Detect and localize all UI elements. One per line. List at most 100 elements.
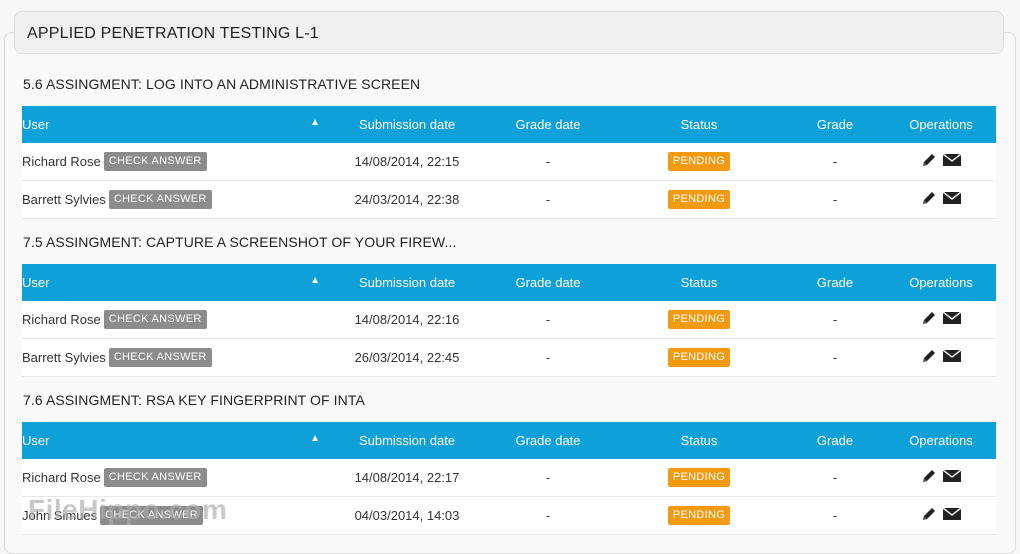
sort-asc-icon[interactable]: ▲	[310, 117, 320, 128]
column-header-grade-date[interactable]: Grade date	[482, 422, 614, 459]
grade-date: -	[482, 301, 614, 339]
status-cell: PENDING	[614, 496, 784, 535]
check-answer-button[interactable]: CHECK ANSWER	[103, 152, 207, 171]
status-cell: PENDING	[614, 301, 784, 339]
course-header: APPLIED PENETRATION TESTING L-1	[14, 11, 1004, 54]
column-header-submission-date[interactable]: Submission date	[332, 422, 482, 459]
grade: -	[784, 180, 886, 219]
column-header-grade[interactable]: Grade	[784, 106, 886, 143]
column-header-user[interactable]: User ▲	[22, 422, 332, 459]
check-answer-button[interactable]: CHECK ANSWER	[108, 190, 212, 209]
grade: -	[784, 338, 886, 377]
user-cell: Richard Rose CHECK ANSWER	[22, 459, 332, 497]
operations-cell	[886, 496, 996, 535]
operations-cell	[886, 180, 996, 219]
submission-date: 14/08/2014, 22:17	[332, 459, 482, 497]
status-badge: PENDING	[667, 152, 731, 171]
operations-cell	[886, 301, 996, 339]
submission-date: 14/08/2014, 22:16	[332, 301, 482, 339]
grade: -	[784, 496, 886, 535]
check-answer-button[interactable]: CHECK ANSWER	[108, 348, 212, 367]
column-header-grade[interactable]: Grade	[784, 264, 886, 301]
operations-cell	[886, 143, 996, 181]
sort-asc-icon[interactable]: ▲	[310, 433, 320, 444]
pencil-icon[interactable]	[921, 190, 937, 209]
user-cell: Barrett Sylvies CHECK ANSWER	[22, 338, 332, 377]
status-badge: PENDING	[667, 348, 731, 367]
grade-date: -	[482, 143, 614, 181]
table-header-row: User ▲ Submission date Grade date Status Grad…	[22, 106, 996, 143]
envelope-icon[interactable]	[942, 311, 962, 328]
status-cell: PENDING	[614, 338, 784, 377]
table-row: Barrett Sylvies CHECK ANSWER 24/03/2014, 2…	[22, 180, 996, 219]
column-header-grade-date[interactable]: Grade date	[482, 106, 614, 143]
grade-date: -	[482, 338, 614, 377]
grade-date: -	[482, 496, 614, 535]
envelope-icon[interactable]	[942, 191, 962, 208]
operations-cell	[886, 459, 996, 497]
user-name: Richard Rose	[22, 312, 101, 327]
table-row: Richard Rose CHECK ANSWER 14/08/2014, 22:1…	[22, 301, 996, 339]
user-cell: Richard Rose CHECK ANSWER	[22, 301, 332, 339]
column-header-operations: Operations	[886, 264, 996, 301]
pencil-icon[interactable]	[921, 348, 937, 367]
status-badge: PENDING	[667, 310, 731, 329]
column-header-submission-date[interactable]: Submission date	[332, 106, 482, 143]
user-name: Richard Rose	[22, 154, 101, 169]
check-answer-button[interactable]: CHECK ANSWER	[103, 310, 207, 329]
pencil-icon[interactable]	[921, 468, 937, 487]
column-header-label: User	[22, 433, 50, 448]
column-header-grade-date[interactable]: Grade date	[482, 264, 614, 301]
sort-asc-icon[interactable]: ▲	[310, 275, 320, 286]
table-header-row: User ▲ Submission date Grade date Status Grad…	[22, 422, 996, 459]
column-header-grade[interactable]: Grade	[784, 422, 886, 459]
assignment-title: 7.5 ASSINGMENT: CAPTURE A SCREENSHOT OF …	[23, 234, 457, 250]
pencil-icon[interactable]	[921, 310, 937, 329]
column-header-status[interactable]: Status	[614, 264, 784, 301]
grade-date: -	[482, 459, 614, 497]
table-row: Richard Rose CHECK ANSWER 14/08/2014, 22:1…	[22, 459, 996, 497]
column-header-operations: Operations	[886, 106, 996, 143]
status-badge: PENDING	[667, 468, 731, 487]
column-header-user[interactable]: User ▲	[22, 106, 332, 143]
user-cell: Richard Rose CHECK ANSWER	[22, 143, 332, 181]
status-badge: PENDING	[667, 506, 731, 525]
envelope-icon[interactable]	[942, 507, 962, 524]
user-name: Barrett Sylvies	[22, 350, 106, 365]
user-cell: Barrett Sylvies CHECK ANSWER	[22, 180, 332, 219]
assignment-title: 7.6 ASSINGMENT: RSA KEY FINGERPRINT OF I…	[23, 392, 365, 408]
column-header-submission-date[interactable]: Submission date	[332, 264, 482, 301]
submissions-table: User ▲ Submission date Grade date Status Grad…	[22, 106, 996, 219]
table-row: Richard Rose CHECK ANSWER 14/08/2014, 22:1…	[22, 143, 996, 181]
grade: -	[784, 459, 886, 497]
check-answer-button[interactable]: CHECK ANSWER	[103, 468, 207, 487]
column-header-operations: Operations	[886, 422, 996, 459]
pencil-icon[interactable]	[921, 152, 937, 171]
submission-date: 26/03/2014, 22:45	[332, 338, 482, 377]
grade-date: -	[482, 180, 614, 219]
pencil-icon[interactable]	[921, 506, 937, 525]
grade: -	[784, 143, 886, 181]
assignment-title: 5.6 ASSINGMENT: LOG INTO AN ADMINISTRATI…	[23, 76, 421, 92]
envelope-icon[interactable]	[942, 349, 962, 366]
table-header-row: User ▲ Submission date Grade date Status Grad…	[22, 264, 996, 301]
status-cell: PENDING	[614, 143, 784, 181]
operations-cell	[886, 338, 996, 377]
user-name: Richard Rose	[22, 470, 101, 485]
status-badge: PENDING	[667, 190, 731, 209]
course-title: APPLIED PENETRATION TESTING L-1	[27, 25, 319, 42]
column-header-status[interactable]: Status	[614, 106, 784, 143]
submission-date: 14/08/2014, 22:15	[332, 143, 482, 181]
envelope-icon[interactable]	[942, 469, 962, 486]
column-header-user[interactable]: User ▲	[22, 264, 332, 301]
column-header-label: User	[22, 275, 50, 290]
watermark-logo: FileHippo.com	[28, 494, 228, 525]
grade: -	[784, 301, 886, 339]
table-row: Barrett Sylvies CHECK ANSWER 26/03/2014, 2…	[22, 338, 996, 377]
envelope-icon[interactable]	[942, 153, 962, 170]
user-name: Barrett Sylvies	[22, 192, 106, 207]
status-cell: PENDING	[614, 459, 784, 497]
submissions-table: User ▲ Submission date Grade date Status Grad…	[22, 264, 996, 377]
column-header-status[interactable]: Status	[614, 422, 784, 459]
submission-date: 24/03/2014, 22:38	[332, 180, 482, 219]
